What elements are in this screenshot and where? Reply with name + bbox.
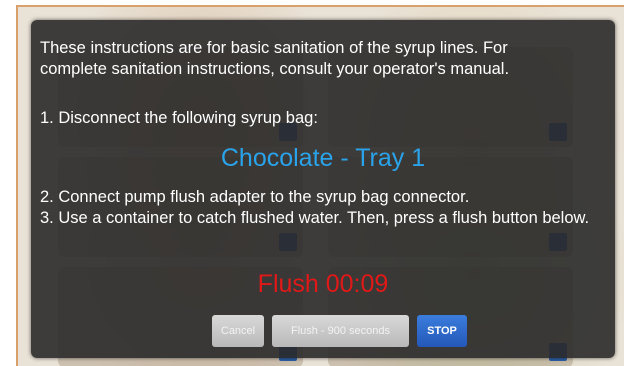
intro-line-2: complete sanitation instructions, consul… <box>40 60 510 78</box>
intro-text: These instructions are for basic sanitat… <box>40 38 608 80</box>
cancel-button[interactable]: Cancel <box>212 315 264 347</box>
intro-line-1: These instructions are for basic sanitat… <box>40 39 508 57</box>
app-frame: These instructions are for basic sanitat… <box>16 5 624 366</box>
flush-button[interactable]: Flush - 900 seconds <box>272 315 409 347</box>
step-1-text: 1. Disconnect the following syrup bag: <box>40 109 318 127</box>
sanitation-dialog: These instructions are for basic sanitat… <box>31 20 615 358</box>
step-3-text: 3. Use a container to catch flushed wate… <box>40 209 590 227</box>
stop-button[interactable]: STOP <box>417 315 467 347</box>
syrup-bag-label: Chocolate - Tray 1 <box>220 144 426 172</box>
flush-timer: Flush 00:09 <box>257 270 389 298</box>
step-2-text: 2. Connect pump flush adapter to the syr… <box>40 188 470 206</box>
